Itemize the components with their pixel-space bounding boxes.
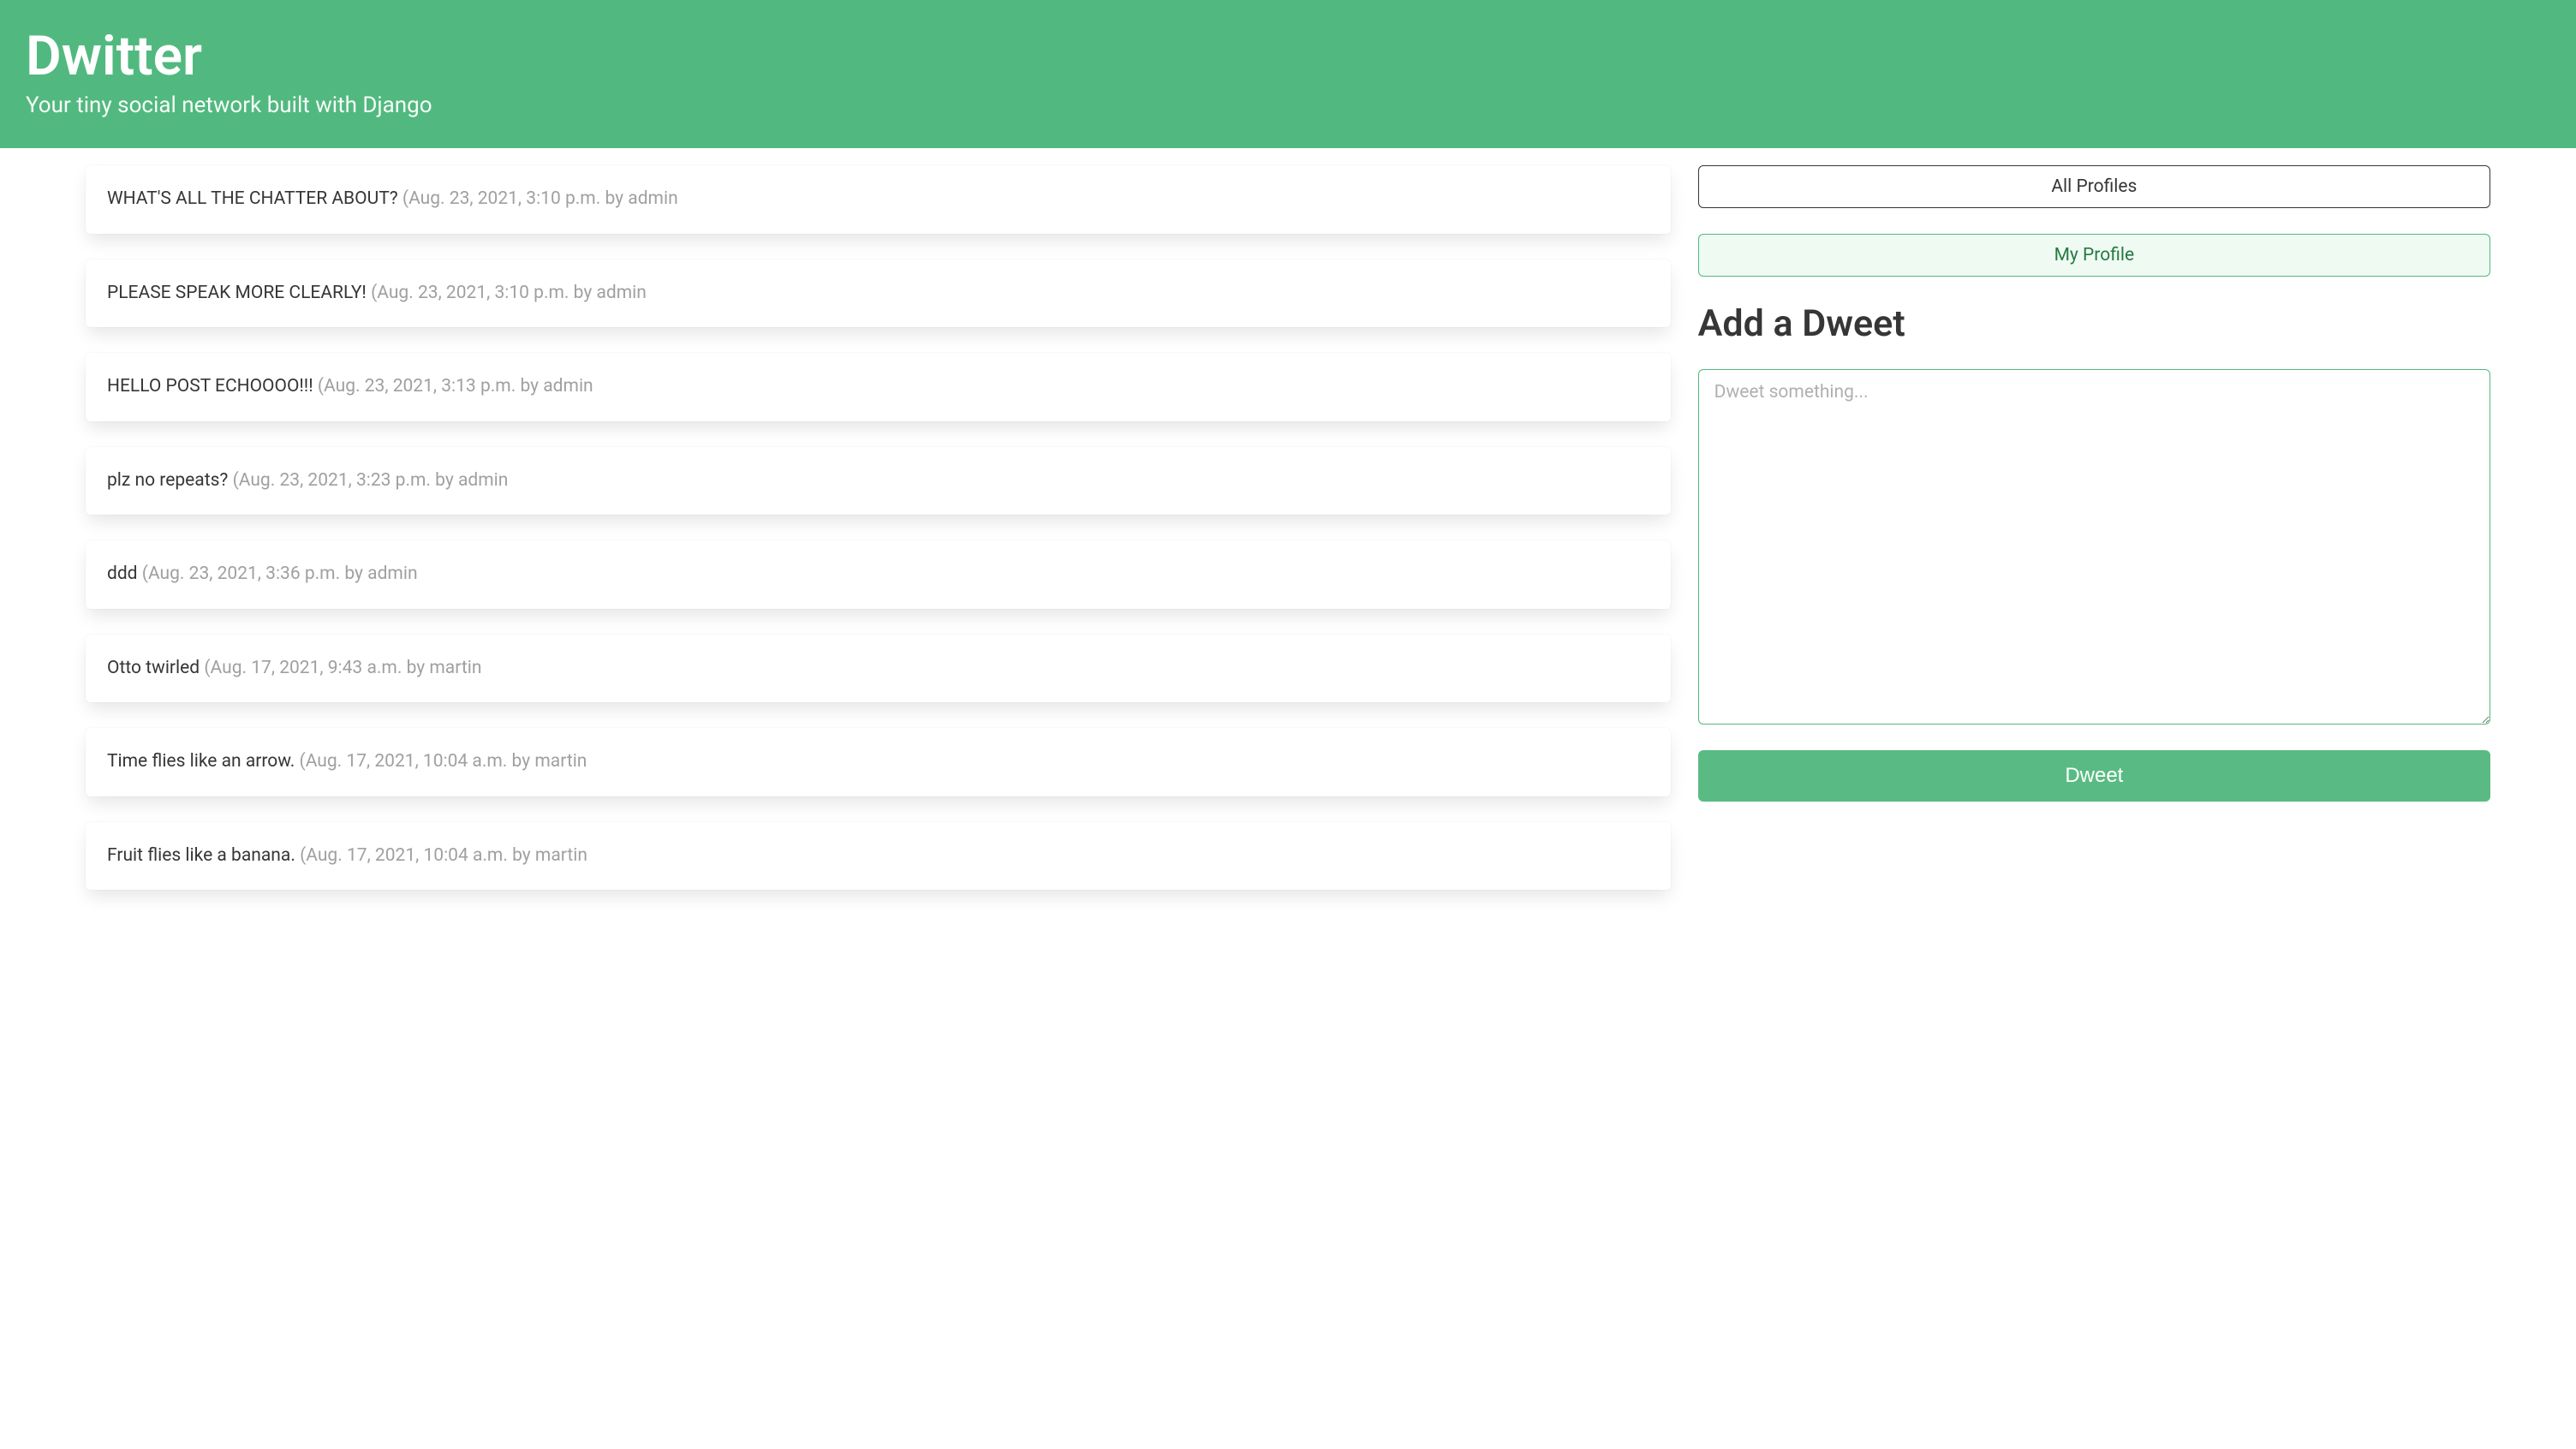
dweet-body: WHAT'S ALL THE CHATTER ABOUT? — [107, 188, 398, 209]
dweet-submit-button[interactable]: Dweet — [1698, 750, 2490, 802]
dweet-meta: (Aug. 17, 2021, 9:43 a.m. by martin — [204, 658, 481, 678]
site-subtitle: Your tiny social network built with Djan… — [26, 92, 2550, 118]
dweet-meta: (Aug. 23, 2021, 3:36 p.m. by admin — [142, 564, 418, 584]
dweet-meta: (Aug. 17, 2021, 10:04 a.m. by martin — [300, 845, 587, 866]
dweet-item: Fruit flies like a banana. (Aug. 17, 202… — [86, 822, 1671, 891]
dweet-item: ddd (Aug. 23, 2021, 3:36 p.m. by admin — [86, 540, 1671, 609]
dweet-meta: (Aug. 17, 2021, 10:04 a.m. by martin — [300, 751, 587, 772]
form-title: Add a Dweet — [1698, 302, 2490, 345]
dweet-body: Fruit flies like a banana. — [107, 845, 295, 866]
dweet-meta: (Aug. 23, 2021, 3:10 p.m. by admin — [402, 188, 678, 209]
dweet-body: plz no repeats? — [107, 470, 228, 491]
dweet-body: ddd — [107, 564, 138, 584]
dweet-body: HELLO POST ECHOOOO!!! — [107, 376, 313, 397]
sidebar: All Profiles My Profile Add a Dweet Dwee… — [1698, 165, 2490, 890]
hero-header: Dwitter Your tiny social network built w… — [0, 0, 2576, 148]
main-layout: WHAT'S ALL THE CHATTER ABOUT? (Aug. 23, … — [0, 148, 2576, 907]
dweet-body: Time flies like an arrow. — [107, 751, 295, 772]
dweet-meta: (Aug. 23, 2021, 3:10 p.m. by admin — [371, 283, 647, 303]
dweet-item: Otto twirled (Aug. 17, 2021, 9:43 a.m. b… — [86, 635, 1671, 703]
dweet-item: PLEASE SPEAK MORE CLEARLY! (Aug. 23, 202… — [86, 259, 1671, 328]
dweet-textarea[interactable] — [1698, 369, 2490, 724]
dweet-body: PLEASE SPEAK MORE CLEARLY! — [107, 283, 367, 303]
dweet-feed: WHAT'S ALL THE CHATTER ABOUT? (Aug. 23, … — [86, 165, 1671, 890]
dweet-item: WHAT'S ALL THE CHATTER ABOUT? (Aug. 23, … — [86, 165, 1671, 234]
site-title: Dwitter — [26, 26, 2550, 87]
dweet-body: Otto twirled — [107, 658, 200, 678]
dweet-meta: (Aug. 23, 2021, 3:23 p.m. by admin — [233, 470, 509, 491]
all-profiles-button[interactable]: All Profiles — [1698, 165, 2490, 208]
dweet-item: Time flies like an arrow. (Aug. 17, 2021… — [86, 728, 1671, 796]
dweet-item: plz no repeats? (Aug. 23, 2021, 3:23 p.m… — [86, 447, 1671, 516]
dweet-item: HELLO POST ECHOOOO!!! (Aug. 23, 2021, 3:… — [86, 353, 1671, 421]
my-profile-button[interactable]: My Profile — [1698, 234, 2490, 277]
dweet-meta: (Aug. 23, 2021, 3:13 p.m. by admin — [318, 376, 593, 397]
